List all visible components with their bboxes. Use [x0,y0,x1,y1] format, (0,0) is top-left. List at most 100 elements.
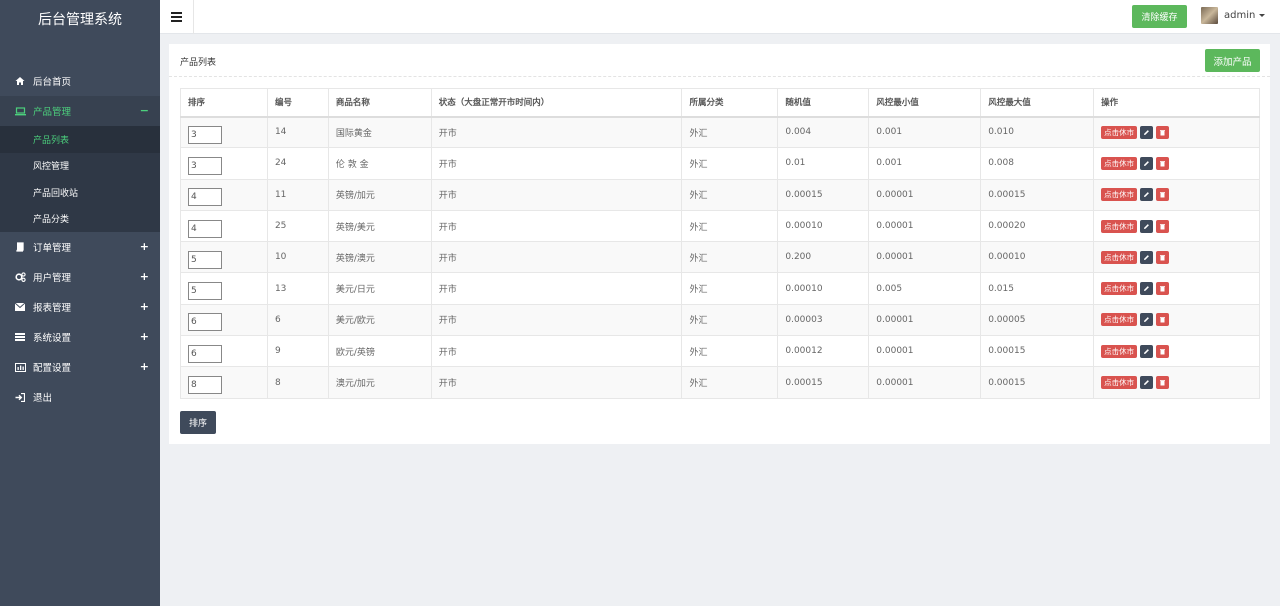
sort-order-input[interactable] [188,188,222,207]
trash-icon [1160,254,1166,261]
trash-icon [1160,286,1166,292]
edit-button[interactable] [1140,250,1154,264]
close-market-button[interactable]: 点击休市 [1101,125,1138,139]
sidebar-subitem-product-list[interactable]: 产品列表 [0,126,160,153]
table-cell: 外汇 [681,335,779,368]
table-row: 10英镑/澳元开市外汇0.2000.000010.00010 点击休市 [180,241,1260,274]
chart-icon [14,361,26,373]
edit-button[interactable] [1140,282,1154,296]
delete-button[interactable] [1156,125,1170,139]
sort-order-input[interactable] [188,376,222,395]
edit-button[interactable] [1140,376,1154,390]
delete-button[interactable] [1156,313,1170,327]
pencil-icon [1144,317,1150,323]
delete-button[interactable] [1156,219,1170,233]
edit-button[interactable] [1140,188,1154,202]
close-market-button[interactable]: 点击休市 [1101,250,1138,264]
sort-cell [180,115,268,149]
table-cell: 14 [266,115,329,149]
sidebar-item-label: 退出 [33,393,53,404]
sidebar-item-home[interactable]: 后台首页 [0,66,160,96]
sort-order-input[interactable] [188,344,222,363]
sidebar-item-products[interactable]: 产品管理 − [0,96,160,126]
trash-icon [1160,129,1166,136]
table-cell: 11 [266,178,329,211]
sidebar-subitem-recycle-bin[interactable]: 产品回收站 [0,179,160,206]
products-submenu: 产品列表 风控管理 产品回收站 产品分类 [0,126,160,232]
expand-icon[interactable]: + [140,360,149,373]
delete-button[interactable] [1156,188,1170,202]
edit-button[interactable] [1140,313,1154,327]
trash-icon [1160,192,1166,198]
sidebar-item-users[interactable]: 用户管理 + [0,262,160,292]
sidebar-subitem-categories[interactable]: 产品分类 [0,206,160,233]
table-cell: 10 [266,241,329,274]
expand-icon[interactable]: + [140,270,149,283]
column-header: 操作 [1093,88,1260,117]
laptop-icon [14,105,26,117]
sort-order-input[interactable] [188,219,222,238]
sidebar-item-reports[interactable]: 报表管理 + [0,292,160,322]
expand-icon[interactable]: + [140,330,149,343]
add-product-button[interactable]: 添加产品 [1205,49,1260,72]
sort-order-input[interactable] [188,313,222,332]
sort-cell [180,209,268,243]
sort-order-input[interactable] [188,250,222,269]
expand-icon[interactable]: + [140,300,149,313]
edit-button[interactable] [1140,156,1154,170]
sort-order-input[interactable] [188,282,222,301]
table-cell: 0.00015 [980,366,1095,399]
pencil-icon [1144,348,1150,354]
close-market-button[interactable]: 点击休市 [1101,376,1138,390]
table-cell: 0.00001 [868,335,982,368]
edit-button[interactable] [1140,125,1154,139]
sidebar-item-config-settings[interactable]: 配置设置 + [0,352,160,382]
column-header: 商品名称 [327,88,432,117]
pencil-icon [1144,286,1150,292]
table-cell: 开市 [430,335,683,368]
table-cell: 澳元/加元 [327,366,432,399]
edit-button[interactable] [1140,219,1154,233]
delete-button[interactable] [1156,376,1170,390]
menu-toggle-button[interactable] [160,0,194,34]
close-market-button[interactable]: 点击休市 [1101,219,1138,233]
actions-cell: 点击休市 [1093,303,1260,337]
close-market-button[interactable]: 点击休市 [1101,313,1138,327]
user-menu[interactable]: admin [1201,7,1266,24]
edit-button[interactable] [1140,344,1154,358]
table-cell: 24 [266,147,329,180]
close-market-button[interactable]: 点击休市 [1101,282,1138,296]
pencil-icon [1144,254,1150,260]
sort-cell [180,147,268,180]
table-cell: 0.00015 [980,178,1095,211]
sidebar-item-orders[interactable]: 订单管理 + [0,232,160,262]
expand-icon[interactable]: + [140,240,149,253]
delete-button[interactable] [1156,282,1170,296]
delete-button[interactable] [1156,344,1170,358]
close-market-button[interactable]: 点击休市 [1101,156,1138,170]
trash-icon [1160,380,1166,386]
delete-button[interactable] [1156,156,1170,170]
clear-cache-button[interactable]: 清除缓存 [1132,5,1187,28]
table-cell: 外汇 [681,115,779,149]
caret-down-icon [1259,14,1266,17]
collapse-icon[interactable]: − [140,104,149,117]
pencil-icon [1144,161,1150,166]
delete-button[interactable] [1156,250,1170,264]
trash-icon [1160,223,1166,230]
actions-cell: 点击休市 [1093,241,1260,274]
sidebar-item-label: 产品管理 [33,107,72,118]
close-market-button[interactable]: 点击休市 [1101,344,1138,358]
sort-order-input[interactable] [188,125,222,144]
sidebar-item-system-settings[interactable]: 系统设置 + [0,322,160,352]
sidebar-item-label: 用户管理 [33,273,72,284]
sidebar-item-label: 订单管理 [33,243,72,254]
sidebar-item-logout[interactable]: 退出 [0,382,160,412]
actions-cell: 点击休市 [1093,335,1260,368]
sort-button[interactable]: 排序 [180,411,216,434]
sidebar-subitem-risk-control[interactable]: 风控管理 [0,153,160,180]
close-market-button[interactable]: 点击休市 [1101,188,1138,202]
table-row: 8澳元/加元开市外汇0.000150.000010.00015点击休市 [180,366,1260,399]
logout-icon [14,391,26,403]
sort-order-input[interactable] [188,156,222,175]
